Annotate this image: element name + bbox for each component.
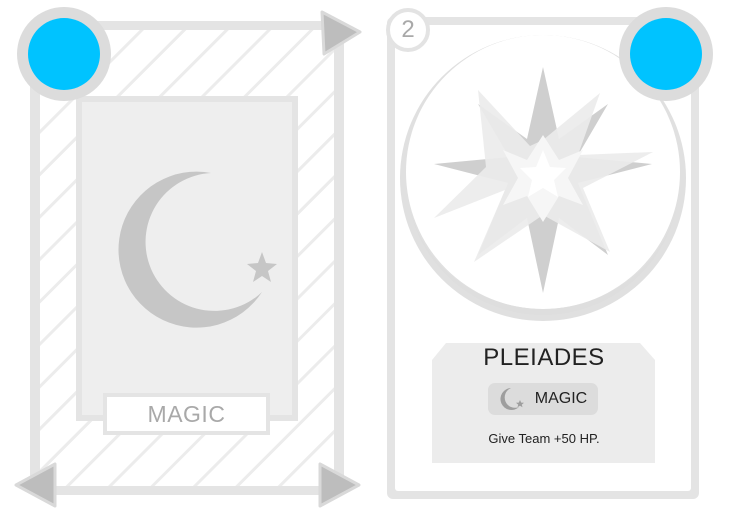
card-type-label: MAGIC	[534, 390, 588, 407]
mana-gem	[619, 7, 713, 101]
mana-gem-fill	[28, 18, 100, 90]
card-pleiades[interactable]: 2 PLEIADES MAGIC Give Team +50 HP.	[370, 0, 729, 519]
card-type-label: MAGIC	[107, 397, 266, 431]
card-effect-text: Give Team +50 HP.	[488, 431, 600, 446]
card-number-badge: 2	[386, 8, 430, 52]
mana-gem	[17, 7, 111, 101]
arrow-bottom-right-icon[interactable]	[318, 462, 362, 508]
mana-gem-fill	[630, 18, 702, 90]
crescent-star-icon	[500, 388, 524, 410]
card-back[interactable]: MAGIC	[0, 0, 370, 519]
arrow-bottom-left-icon[interactable]	[13, 462, 59, 508]
card-type-plate: MAGIC	[103, 393, 270, 435]
card-title: PLEIADES	[483, 344, 605, 371]
card-type-badge: MAGIC	[488, 383, 598, 415]
arrow-top-right-icon[interactable]	[320, 10, 362, 56]
